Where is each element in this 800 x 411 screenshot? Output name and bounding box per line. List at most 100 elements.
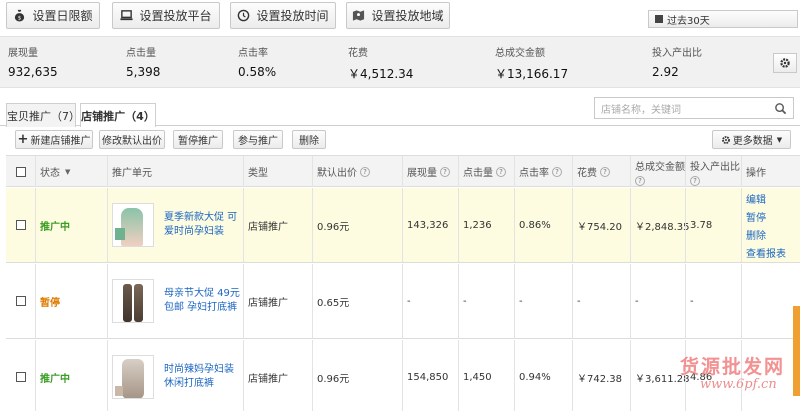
help-icon[interactable]: ? xyxy=(360,166,370,177)
roi-cell: 3.78 xyxy=(685,188,741,262)
date-range-label: 过去30天 xyxy=(667,15,710,27)
gmv-cell: ￥3,611.28 xyxy=(630,340,690,411)
help-icon[interactable]: ? xyxy=(552,166,562,177)
edit-link[interactable]: 编辑 xyxy=(746,191,766,206)
header-impressions[interactable]: 展现量? xyxy=(402,156,458,187)
help-icon[interactable]: ? xyxy=(690,176,700,186)
cost-cell: - xyxy=(572,264,630,338)
header-label: 花费 xyxy=(577,168,597,179)
impressions-cell: - xyxy=(402,264,458,338)
set-region-label: 设置投放地域 xyxy=(371,9,444,23)
help-icon[interactable]: ? xyxy=(440,166,450,177)
metric-label: 投入产出比 xyxy=(652,48,702,59)
table-row: 推广中 夏季新款大促 可爱时尚孕妇装 店铺推广 0.96元 143,326 1,… xyxy=(6,188,800,263)
header-clicks[interactable]: 点击量? xyxy=(458,156,514,187)
clicks-cell: 1,450 xyxy=(458,340,514,411)
ctr-cell: - xyxy=(514,264,572,338)
type-value: 店铺推广 xyxy=(248,297,288,309)
ctr-value: - xyxy=(519,295,523,307)
impressions-value: - xyxy=(407,295,411,307)
bid-value: 0.65元 xyxy=(317,297,350,309)
cost-cell: ￥754.20 xyxy=(572,188,630,262)
select-all-checkbox[interactable] xyxy=(15,166,26,177)
search-icon[interactable] xyxy=(774,102,787,115)
metric-label: 花费 xyxy=(348,48,368,59)
pause-link[interactable]: 暂停 xyxy=(746,209,766,224)
header-label: 展现量 xyxy=(407,168,437,179)
help-icon[interactable]: ? xyxy=(496,166,506,177)
header-unit: 推广单元 xyxy=(107,156,243,187)
help-icon[interactable]: ? xyxy=(635,176,645,186)
row-select-cell xyxy=(6,188,35,262)
header-label: 类型 xyxy=(248,168,268,179)
date-range-select[interactable]: 过去30天 xyxy=(648,10,798,28)
bid-cell: 0.65元 xyxy=(312,264,402,338)
sort-down-icon: ▼ xyxy=(65,167,71,176)
view-report-link[interactable]: 查看报表 xyxy=(746,245,786,260)
metric-label: 点击量 xyxy=(126,48,156,59)
row-checkbox[interactable] xyxy=(15,220,26,230)
row-checkbox[interactable] xyxy=(15,296,26,306)
ctr-cell: 0.86% xyxy=(514,188,572,262)
gmv-cell: ￥2,848.35 xyxy=(630,188,690,262)
ops-cell xyxy=(741,264,800,338)
header-status[interactable]: 状态 ▼ xyxy=(35,156,107,187)
button-label: 删除 xyxy=(299,136,319,147)
header-roi[interactable]: 投入产出比? xyxy=(685,156,741,187)
help-icon[interactable]: ? xyxy=(600,166,610,177)
laptop-icon xyxy=(120,10,134,21)
tab-shop-promotion[interactable]: 店铺推广（4） xyxy=(80,103,156,127)
metric-value: 5,398 xyxy=(126,65,161,79)
impressions-value: 154,850 xyxy=(407,371,449,383)
status-cell: 暂停 xyxy=(35,264,107,338)
gmv-value: - xyxy=(635,295,639,307)
header-label: 投入产出比 xyxy=(690,162,740,173)
select-all-cell xyxy=(6,156,35,187)
new-shop-promotion-button[interactable]: + 新建店铺推广 xyxy=(15,130,93,149)
search-input[interactable]: 店铺名称，关键词 xyxy=(594,97,794,119)
chevron-down-icon: ▼ xyxy=(776,135,783,144)
product-thumbnail[interactable] xyxy=(112,279,154,323)
row-checkbox[interactable] xyxy=(15,372,26,382)
set-time-button[interactable]: 设置投放时间 xyxy=(230,2,336,29)
delete-button[interactable]: 删除 xyxy=(292,130,326,149)
metric-label: 总成交金额 xyxy=(495,48,545,59)
type-value: 店铺推广 xyxy=(248,373,288,385)
set-platform-button[interactable]: 设置投放平台 xyxy=(112,2,220,29)
set-daily-limit-button[interactable]: $ 设置日限额 xyxy=(6,2,100,29)
header-bid[interactable]: 默认出价? xyxy=(312,156,402,187)
tab-item-promotion[interactable]: 宝贝推广（7） xyxy=(6,103,80,127)
feedback-side-tab[interactable] xyxy=(793,306,800,396)
metric-label: 点击率 xyxy=(238,48,268,59)
header-gmv[interactable]: 总成交金额? xyxy=(630,156,685,187)
unit-title-link[interactable]: 夏季新款大促 可爱时尚孕妇装 xyxy=(164,211,244,239)
bid-value: 0.96元 xyxy=(317,221,350,233)
roi-value: 3.78 xyxy=(690,219,713,231)
product-thumbnail[interactable] xyxy=(112,203,154,247)
gmv-value: ￥2,848.35 xyxy=(635,221,690,233)
header-ctr[interactable]: 点击率? xyxy=(514,156,572,187)
search-placeholder: 店铺名称，关键词 xyxy=(601,104,681,116)
watermark-url: www.6pf.cn xyxy=(700,377,777,392)
metrics-settings-button[interactable] xyxy=(773,53,797,73)
metric-clicks: 点击量 5,398 xyxy=(126,44,160,79)
clicks-value: - xyxy=(463,295,467,307)
set-time-label: 设置投放时间 xyxy=(256,9,329,23)
more-data-button[interactable]: 更多数据 ▼ xyxy=(712,130,791,149)
product-thumbnail[interactable] xyxy=(112,355,154,399)
unit-title-link[interactable]: 母亲节大促 49元包邮 孕妇打底裤 xyxy=(164,287,244,315)
pause-promotion-button[interactable]: 暂停推广 xyxy=(173,130,223,149)
ops-cell: 编辑 暂停 删除 查看报表 xyxy=(741,188,800,262)
edit-default-bid-button[interactable]: 修改默认出价 xyxy=(99,130,165,149)
calendar-icon xyxy=(655,15,663,23)
unit-title-link[interactable]: 时尚辣妈孕妇装 休闲打底裤 xyxy=(164,363,244,391)
set-region-button[interactable]: 设置投放地域 xyxy=(346,2,450,29)
header-cost[interactable]: 花费? xyxy=(572,156,630,187)
bid-cell: 0.96元 xyxy=(312,188,402,262)
metric-value: ￥13,166.17 xyxy=(495,67,569,81)
metric-impressions: 展现量 932,635 xyxy=(8,44,58,79)
delete-link[interactable]: 删除 xyxy=(746,227,766,242)
header-label: 总成交金额 xyxy=(635,162,685,173)
join-promotion-button[interactable]: 参与推广 xyxy=(233,130,283,149)
type-value: 店铺推广 xyxy=(248,221,288,233)
